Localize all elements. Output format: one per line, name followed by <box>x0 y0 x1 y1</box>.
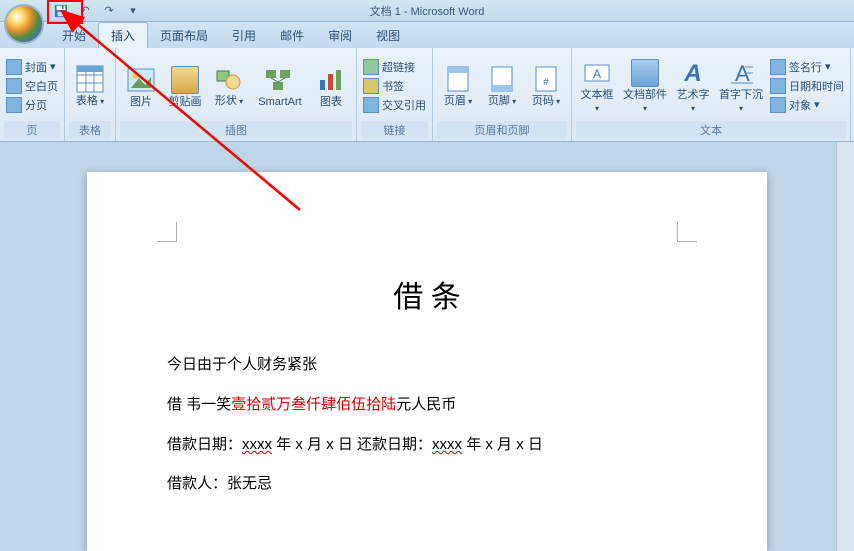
group-label-text: 文本 <box>576 121 846 139</box>
wordart-button[interactable]: A艺术字 <box>672 55 714 117</box>
undo-button[interactable]: ↶ <box>74 1 96 21</box>
header-button[interactable]: 页眉 <box>437 61 479 110</box>
group-illustrations: 图片 剪贴画 形状 SmartArt 图表 插图 <box>116 48 357 141</box>
quick-access-toolbar: ↶ ↷ ▾ <box>50 1 144 21</box>
doc-line-4: 借款人：张无忌 <box>167 465 687 504</box>
textbox-button[interactable]: A文本框 <box>576 55 618 117</box>
dropcap-button[interactable]: A首字下沉 <box>716 55 766 117</box>
window-title: 文档 1 - Microsoft Word <box>370 3 485 19</box>
group-label-illustrations: 插图 <box>120 121 352 139</box>
document-area[interactable]: 借 条 今日由于个人财务紧张 借 韦一笑壹拾贰万叁仟肆佰伍拾陆元人民币 借款日期… <box>0 142 854 551</box>
group-label-pages: 页 <box>4 121 60 139</box>
doc-line-1: 今日由于个人财务紧张 <box>167 346 687 385</box>
ribbon: 封面 ▾ 空白页 分页 页 表格 表格 图片 剪贴画 形状 SmartArt 图… <box>0 48 854 142</box>
parts-icon <box>629 57 661 89</box>
save-button[interactable] <box>50 1 72 21</box>
picture-icon <box>125 64 157 96</box>
group-label-headerfooter: 页眉和页脚 <box>437 121 567 139</box>
shapes-button[interactable]: 形状 <box>208 61 250 110</box>
group-text: A文本框 文档部件 A艺术字 A首字下沉 签名行 ▾ 日期和时间 对象 ▾ 文本 <box>572 48 851 141</box>
doc-line-2: 借 韦一笑壹拾贰万叁仟肆佰伍拾陆元人民币 <box>167 385 687 425</box>
svg-text:#: # <box>543 77 549 88</box>
chart-button[interactable]: 图表 <box>310 62 352 110</box>
tab-view[interactable]: 视图 <box>364 23 412 48</box>
bookmark-button[interactable]: 书签 <box>361 77 428 95</box>
blank-page-button[interactable]: 空白页 <box>4 77 60 95</box>
wordart-icon: A <box>677 57 709 89</box>
datetime-button[interactable]: 日期和时间 <box>768 77 846 95</box>
redo-icon: ↷ <box>104 4 113 17</box>
tab-pagelayout[interactable]: 页面布局 <box>148 23 220 48</box>
footer-icon <box>486 63 518 95</box>
group-tables: 表格 表格 <box>65 48 116 141</box>
header-icon <box>442 63 474 95</box>
page-break-button[interactable]: 分页 <box>4 96 60 114</box>
sig-icon <box>770 59 786 75</box>
office-button[interactable] <box>4 4 44 44</box>
blank-icon <box>6 78 22 94</box>
tab-references[interactable]: 引用 <box>220 23 268 48</box>
tab-mailings[interactable]: 邮件 <box>268 23 316 48</box>
signature-line-button[interactable]: 签名行 ▾ <box>768 58 846 76</box>
group-links: 超链接 书签 交叉引用 链接 <box>357 48 433 141</box>
dropcap-icon: A <box>725 57 757 89</box>
qat-customize[interactable]: ▾ <box>122 1 144 21</box>
margin-corner-tl <box>157 222 177 242</box>
hyperlink-button[interactable]: 超链接 <box>361 58 428 76</box>
amount-text: 壹拾贰万叁仟肆佰伍拾陆 <box>231 396 396 413</box>
hyperlink-icon <box>363 59 379 75</box>
svg-text:A: A <box>683 60 701 87</box>
document-title: 借 条 <box>167 272 687 316</box>
textbox-icon: A <box>581 57 613 89</box>
table-icon <box>74 63 106 95</box>
margin-corner-tr <box>677 222 697 242</box>
svg-text:A: A <box>593 67 601 81</box>
cover-page-button[interactable]: 封面 ▾ <box>4 58 60 76</box>
tab-review[interactable]: 审阅 <box>316 23 364 48</box>
pagenumber-button[interactable]: #页码 <box>525 61 567 110</box>
group-label-links: 链接 <box>361 121 428 139</box>
table-button[interactable]: 表格 <box>69 61 111 110</box>
pagenumber-icon: # <box>530 63 562 95</box>
group-pages: 封面 ▾ 空白页 分页 页 <box>0 48 65 141</box>
datetime-icon <box>770 78 786 94</box>
tab-home[interactable]: 开始 <box>50 23 98 48</box>
quickparts-button[interactable]: 文档部件 <box>620 55 670 117</box>
clipart-button[interactable]: 剪贴画 <box>164 62 206 110</box>
shapes-icon <box>213 63 245 95</box>
tab-insert[interactable]: 插入 <box>98 22 148 48</box>
object-button[interactable]: 对象 ▾ <box>768 96 846 114</box>
bookmark-icon <box>363 78 379 94</box>
cover-icon <box>6 59 22 75</box>
crossref-icon <box>363 97 379 113</box>
document-page[interactable]: 借 条 今日由于个人财务紧张 借 韦一笑壹拾贰万叁仟肆佰伍拾陆元人民币 借款日期… <box>87 172 767 551</box>
title-bar: ↶ ↷ ▾ 文档 1 - Microsoft Word <box>0 0 854 22</box>
object-icon <box>770 97 786 113</box>
crossref-button[interactable]: 交叉引用 <box>361 96 428 114</box>
vertical-scrollbar[interactable] <box>836 142 854 551</box>
doc-line-3: 借款日期：xxxx 年 x 月 x 日 还款日期：xxxx 年 x 月 x 日 <box>167 425 687 465</box>
group-label-tables: 表格 <box>69 121 111 139</box>
group-headerfooter: 页眉 页脚 #页码 页眉和页脚 <box>433 48 572 141</box>
break-icon <box>6 97 22 113</box>
redo-button[interactable]: ↷ <box>98 1 120 21</box>
footer-button[interactable]: 页脚 <box>481 61 523 110</box>
chart-icon <box>315 64 347 96</box>
smartart-button[interactable]: SmartArt <box>252 62 308 110</box>
picture-button[interactable]: 图片 <box>120 62 162 110</box>
undo-icon: ↶ <box>80 4 89 17</box>
ribbon-tabs: 开始 插入 页面布局 引用 邮件 审阅 视图 <box>0 22 854 48</box>
clipart-icon <box>169 64 201 96</box>
smartart-icon <box>264 64 296 96</box>
